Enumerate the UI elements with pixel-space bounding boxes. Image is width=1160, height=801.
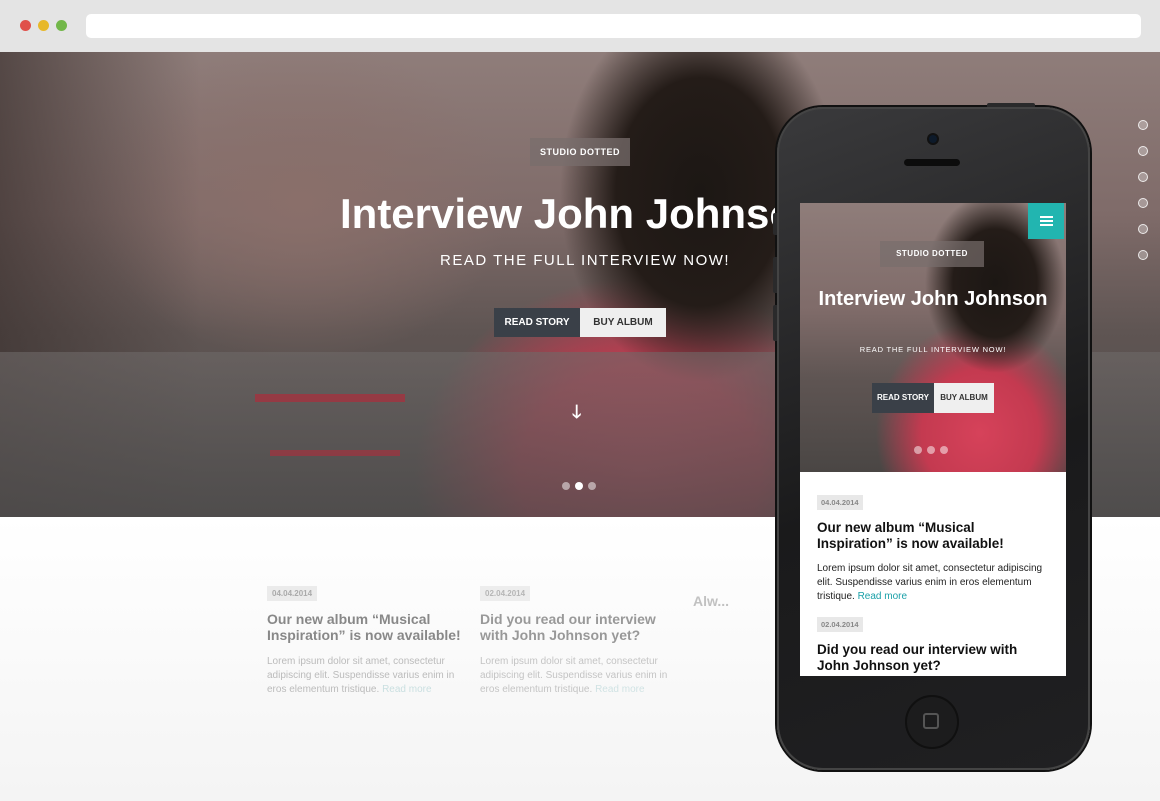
address-bar[interactable]: [86, 14, 1141, 38]
slider-dot[interactable]: [927, 446, 935, 454]
mobile-hero-subtitle: READ THE FULL INTERVIEW NOW!: [859, 345, 1007, 354]
mobile-posts: 04.04.2014 Our new album “Musical Inspir…: [817, 492, 1049, 676]
phone-power-button: [987, 103, 1035, 107]
read-story-button[interactable]: READ STORY: [494, 308, 580, 337]
menu-icon[interactable]: [1028, 203, 1064, 239]
post-card: Alw...: [693, 583, 753, 621]
maximize-window-dot[interactable]: [56, 20, 67, 31]
post-title[interactable]: Alw...: [693, 593, 753, 609]
slider-dot-active[interactable]: [575, 482, 583, 490]
mobile-buy-album-button[interactable]: BUY ALBUM: [934, 383, 994, 413]
read-more-link[interactable]: Read more: [382, 684, 431, 695]
arrow-down-icon[interactable]: 🡓: [572, 400, 581, 430]
post-card: 04.04.2014 Our new album “Musical Inspir…: [267, 583, 467, 697]
hero-title: Interview John Johnson: [340, 190, 821, 237]
slider-pagination: [562, 477, 601, 495]
phone-speaker: [904, 159, 960, 166]
mobile-hero-tag: STUDIO DOTTED: [880, 241, 984, 267]
hero-background-bench: [255, 394, 405, 402]
side-nav-dot[interactable]: [1138, 224, 1148, 234]
slider-dot[interactable]: [914, 446, 922, 454]
phone-volume-up: [773, 257, 777, 293]
side-nav-dot[interactable]: [1138, 198, 1148, 208]
post-excerpt-text: Lorem ipsum dolor sit amet, consectetur …: [817, 563, 1043, 602]
post-excerpt: Lorem ipsum dolor sit amet, consectetur …: [480, 655, 680, 697]
slider-dot[interactable]: [940, 446, 948, 454]
phone-camera: [929, 135, 937, 143]
mobile-hero: STUDIO DOTTED Interview John Johnson REA…: [800, 203, 1066, 472]
post-excerpt: Lorem ipsum dolor sit amet, consectetur …: [817, 562, 1049, 604]
post-title[interactable]: Our new album “Musical Inspiration” is n…: [267, 611, 467, 643]
slider-dot[interactable]: [588, 482, 596, 490]
slider-dot[interactable]: [562, 482, 570, 490]
read-more-link[interactable]: Read more: [595, 684, 644, 695]
side-navigation-dots: [1138, 120, 1148, 276]
post-title[interactable]: Did you read our interview with John Joh…: [480, 611, 680, 643]
phone-mockup: STUDIO DOTTED Interview John Johnson REA…: [773, 103, 1090, 770]
read-more-link[interactable]: Read more: [858, 591, 907, 602]
hero-background-bench-lower: [270, 450, 400, 456]
hero-tag: STUDIO DOTTED: [530, 138, 630, 166]
mobile-read-story-button[interactable]: READ STORY: [872, 383, 934, 413]
post-date: 04.04.2014: [817, 495, 863, 510]
phone-volume-down: [773, 305, 777, 341]
side-nav-dot[interactable]: [1138, 172, 1148, 182]
post-title[interactable]: Did you read our interview with John Joh…: [817, 642, 1049, 674]
browser-chrome: [0, 0, 1160, 52]
post-date: 04.04.2014: [267, 586, 318, 601]
mobile-hero-title: Interview John Johnson: [818, 288, 1048, 310]
post-date: 02.04.2014: [480, 586, 531, 601]
post-date: 02.04.2014: [817, 617, 863, 632]
side-nav-dot[interactable]: [1138, 146, 1148, 156]
side-nav-dot[interactable]: [1138, 120, 1148, 130]
home-button-icon[interactable]: [905, 695, 959, 749]
phone-screen: STUDIO DOTTED Interview John Johnson REA…: [800, 203, 1066, 676]
post-title[interactable]: Our new album “Musical Inspiration” is n…: [817, 520, 1049, 552]
minimize-window-dot[interactable]: [38, 20, 49, 31]
phone-mute-switch: [773, 213, 777, 235]
mobile-slider-pagination: [914, 441, 953, 459]
buy-album-button[interactable]: BUY ALBUM: [580, 308, 666, 337]
close-window-dot[interactable]: [20, 20, 31, 31]
post-excerpt: Lorem ipsum dolor sit amet, consectetur …: [267, 655, 467, 697]
post-card: 02.04.2014 Did you read our interview wi…: [480, 583, 680, 697]
hero-subtitle: READ THE FULL INTERVIEW NOW!: [440, 252, 731, 269]
side-nav-dot[interactable]: [1138, 250, 1148, 260]
